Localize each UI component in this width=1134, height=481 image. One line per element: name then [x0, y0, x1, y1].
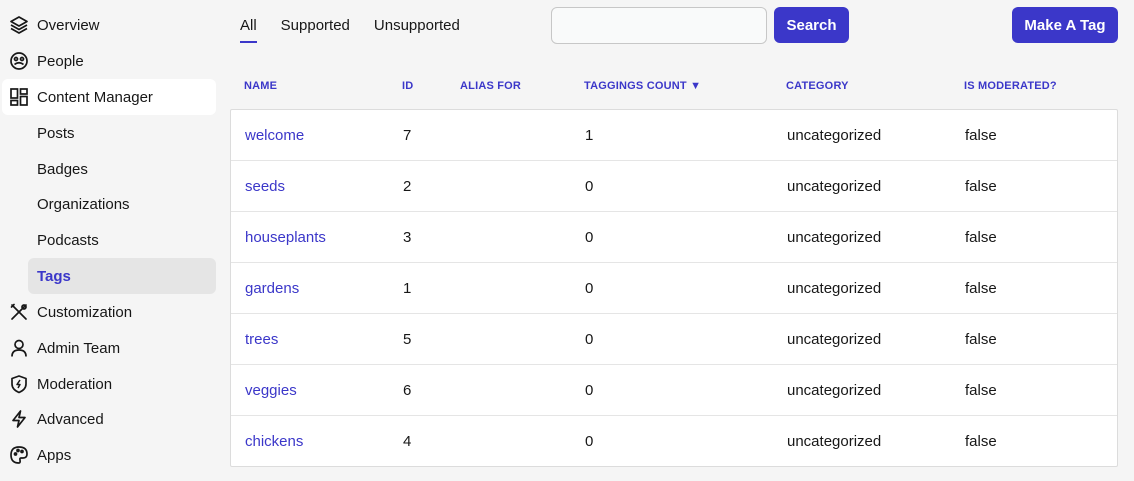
filter-tabs: All Supported Unsupported — [240, 0, 484, 44]
sidebar-item-content-manager[interactable]: Content Manager — [2, 79, 216, 115]
tag-category: uncategorized — [787, 331, 882, 348]
sidebar-subitem-badges[interactable]: Badges — [28, 151, 216, 187]
sidebar-subitem-label: Organizations — [37, 195, 130, 213]
tag-name-link[interactable]: trees — [245, 331, 278, 348]
search-input[interactable] — [551, 7, 767, 44]
tag-moderated: false — [965, 229, 997, 246]
sidebar-item-label: Moderation — [37, 375, 113, 393]
make-tag-button[interactable]: Make A Tag — [1012, 7, 1118, 43]
sidebar-subitem-label: Podcasts — [37, 231, 99, 249]
sidebar-item-label: Advanced — [37, 410, 104, 428]
sidebar-subitem-label: Posts — [37, 124, 75, 142]
sidebar-item-label: Overview — [37, 16, 100, 34]
tag-id: 5 — [403, 331, 412, 348]
tag-id: 2 — [403, 178, 412, 195]
tag-id: 7 — [403, 127, 412, 144]
tag-id: 1 — [403, 280, 412, 297]
tag-taggings-count: 1 — [585, 127, 594, 144]
tag-name-link[interactable]: houseplants — [245, 229, 326, 246]
dashboard-icon — [8, 86, 30, 108]
column-header-name[interactable]: NAME — [244, 80, 277, 92]
tags-table: welcome 7 1 uncategorized false seeds 2 … — [230, 109, 1118, 467]
tag-taggings-count: 0 — [585, 178, 594, 195]
column-header-category[interactable]: CATEGORY — [786, 80, 849, 92]
tag-taggings-count: 0 — [585, 229, 594, 246]
sidebar-item-admin-team[interactable]: Admin Team — [2, 330, 216, 366]
table-header: NAME ID ALIAS FOR TAGGINGS COUNT ▼ CATEG… — [230, 80, 1118, 108]
column-header-id[interactable]: ID — [402, 80, 413, 92]
people-icon — [8, 50, 30, 72]
sidebar-item-people[interactable]: People — [2, 43, 216, 79]
tag-category: uncategorized — [787, 382, 882, 399]
sidebar: Overview People Content Manager Posts Ba… — [0, 0, 220, 481]
tag-moderated: false — [965, 178, 997, 195]
sidebar-subitem-label: Tags — [37, 267, 71, 285]
sidebar-item-label: People — [37, 52, 84, 70]
tag-category: uncategorized — [787, 127, 882, 144]
table-row: chickens 4 0 uncategorized false — [231, 416, 1117, 467]
sidebar-item-apps[interactable]: Apps — [2, 437, 216, 473]
tools-icon — [8, 301, 30, 323]
sidebar-item-label: Apps — [37, 446, 72, 464]
tag-moderated: false — [965, 127, 997, 144]
sidebar-subitem-organizations[interactable]: Organizations — [28, 186, 216, 222]
table-row: veggies 6 0 uncategorized false — [231, 365, 1117, 416]
table-row: welcome 7 1 uncategorized false — [231, 110, 1117, 161]
tag-moderated: false — [965, 331, 997, 348]
column-header-alias[interactable]: ALIAS FOR — [460, 80, 521, 92]
tag-taggings-count: 0 — [585, 433, 594, 450]
tag-id: 3 — [403, 229, 412, 246]
column-header-moderated[interactable]: IS MODERATED? — [964, 80, 1057, 92]
table-row: houseplants 3 0 uncategorized false — [231, 212, 1117, 263]
bolt-icon — [8, 408, 30, 430]
sidebar-item-label: Admin Team — [37, 339, 121, 357]
tag-category: uncategorized — [787, 178, 882, 195]
column-header-taggings-count[interactable]: TAGGINGS COUNT ▼ — [584, 80, 701, 92]
layers-icon — [8, 14, 30, 36]
sidebar-item-customization[interactable]: Customization — [2, 294, 216, 330]
tag-taggings-count: 0 — [585, 280, 594, 297]
sidebar-subitem-podcasts[interactable]: Podcasts — [28, 222, 216, 258]
table-row: seeds 2 0 uncategorized false — [231, 161, 1117, 212]
tab-unsupported[interactable]: Unsupported — [374, 0, 460, 43]
palette-icon — [8, 444, 30, 466]
tag-taggings-count: 0 — [585, 331, 594, 348]
tag-name-link[interactable]: veggies — [245, 382, 297, 399]
tag-category: uncategorized — [787, 280, 882, 297]
tag-category: uncategorized — [787, 433, 882, 450]
tab-all[interactable]: All — [240, 0, 257, 43]
sidebar-item-overview[interactable]: Overview — [2, 7, 216, 43]
tab-supported[interactable]: Supported — [281, 0, 350, 43]
sidebar-item-moderation[interactable]: Moderation — [2, 366, 216, 402]
tag-taggings-count: 0 — [585, 382, 594, 399]
sidebar-subitem-label: Badges — [37, 160, 88, 178]
table-row: gardens 1 0 uncategorized false — [231, 263, 1117, 314]
tag-moderated: false — [965, 280, 997, 297]
sidebar-subitem-posts[interactable]: Posts — [28, 115, 216, 151]
sidebar-item-label: Content Manager — [37, 88, 153, 106]
tag-name-link[interactable]: gardens — [245, 280, 299, 297]
shield-icon — [8, 373, 30, 395]
tag-id: 4 — [403, 433, 412, 450]
tag-category: uncategorized — [787, 229, 882, 246]
tag-id: 6 — [403, 382, 412, 399]
tag-name-link[interactable]: welcome — [245, 127, 304, 144]
table-row: trees 5 0 uncategorized false — [231, 314, 1117, 365]
tag-name-link[interactable]: seeds — [245, 178, 285, 195]
search-button[interactable]: Search — [774, 7, 849, 43]
sidebar-item-label: Customization — [37, 303, 133, 321]
tag-moderated: false — [965, 433, 997, 450]
tag-moderated: false — [965, 382, 997, 399]
sidebar-subitem-tags[interactable]: Tags — [28, 258, 216, 294]
sidebar-item-advanced[interactable]: Advanced — [2, 401, 216, 437]
user-icon — [8, 337, 30, 359]
tag-name-link[interactable]: chickens — [245, 433, 303, 450]
